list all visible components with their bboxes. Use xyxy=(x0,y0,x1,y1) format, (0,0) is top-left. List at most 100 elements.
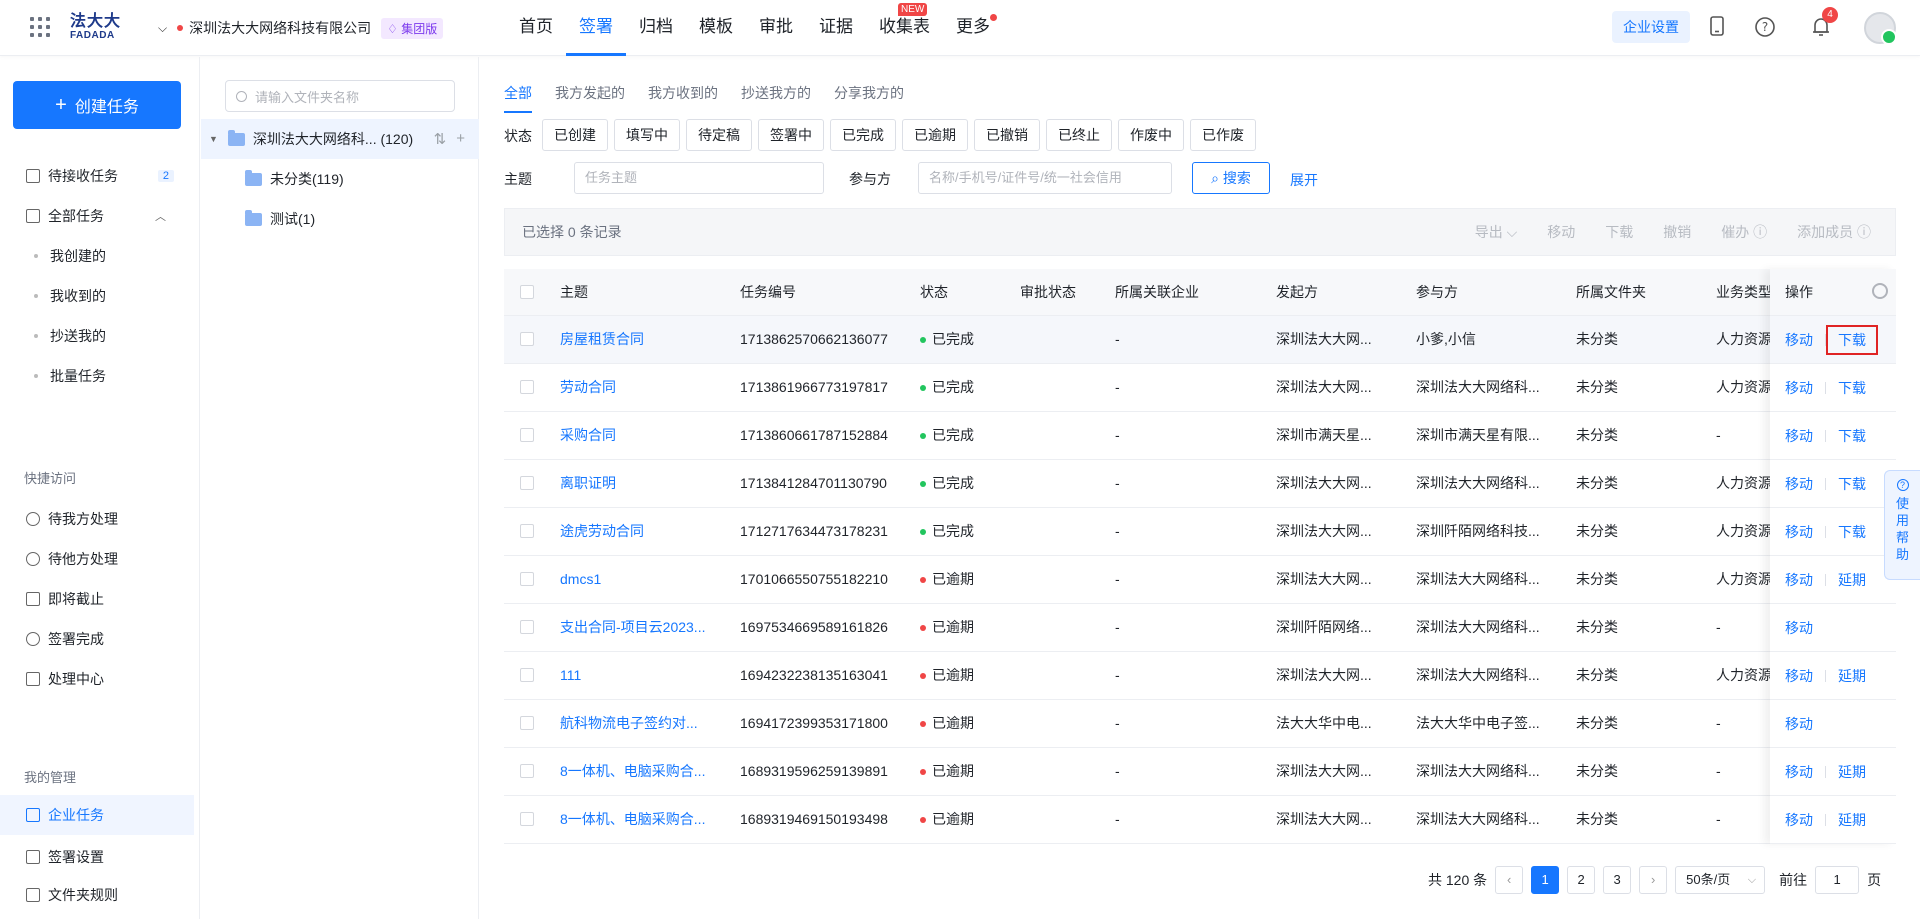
help-icon[interactable]: ? xyxy=(1754,16,1776,38)
page-1-button[interactable]: 1 xyxy=(1531,866,1560,894)
table-row[interactable]: 途虎劳动合同 1712717634473178231 已完成 - 深圳法大大网... 深圳… xyxy=(504,507,1896,556)
table-row[interactable]: 支出合同-项目云2023... 1697534669589161826 已逾期 - 深圳… xyxy=(504,603,1896,652)
chip-terminated[interactable]: 已终止 xyxy=(1046,119,1112,151)
avatar[interactable] xyxy=(1864,12,1897,45)
download-link[interactable]: 下载 xyxy=(1838,522,1866,542)
sidebar-item-processing-center[interactable]: 处理中心 xyxy=(0,659,194,699)
move-link[interactable]: 移动 xyxy=(1785,378,1813,398)
row-checkbox[interactable] xyxy=(504,795,544,844)
download-link[interactable]: 下载 xyxy=(1826,324,1878,355)
chip-revoked[interactable]: 已撤销 xyxy=(974,119,1040,151)
sidebar-item-cc-me[interactable]: 抄送我的 xyxy=(0,316,194,356)
download-link[interactable]: 下载 xyxy=(1838,474,1866,494)
sidebar-item-enterprise-tasks[interactable]: 企业任务 xyxy=(0,795,194,835)
extend-link[interactable]: 延期 xyxy=(1838,762,1866,782)
extend-link[interactable]: 延期 xyxy=(1838,666,1866,686)
sidebar-item-created-by-me[interactable]: 我创建的 xyxy=(0,236,194,276)
sidebar-item-folder-rules[interactable]: 文件夹规则 xyxy=(0,875,194,915)
chip-voiding[interactable]: 作废中 xyxy=(1118,119,1184,151)
subject-link[interactable]: 支出合同-项目云2023... xyxy=(544,603,724,652)
row-checkbox[interactable] xyxy=(504,699,544,748)
table-row[interactable]: 8一体机、电脑采购合... 1689319596259139891 已逾期 - 深圳法大… xyxy=(504,747,1896,796)
table-row[interactable]: dmcs1 1701066550755182210 已逾期 - 深圳法大大网... 深圳法… xyxy=(504,555,1896,604)
bulk-add-member-button[interactable]: 添加成员 ⓘ xyxy=(1797,222,1871,242)
org-switcher[interactable]: ⌵ 深圳法大大网络科技有限公司 ♢ 集团版 xyxy=(158,17,444,39)
select-all-checkbox[interactable] xyxy=(504,269,544,316)
subject-link[interactable]: 采购合同 xyxy=(544,411,724,460)
sidebar-item-pending-mine[interactable]: 待我方处理 xyxy=(0,499,194,539)
expand-filters-link[interactable]: 展开 xyxy=(1290,170,1318,190)
sidebar-item-pending-receive[interactable]: 待接收任务 2 xyxy=(0,156,194,196)
move-link[interactable]: 移动 xyxy=(1785,762,1813,782)
subject-link[interactable]: 8一体机、电脑采购合... xyxy=(544,795,724,844)
row-checkbox[interactable] xyxy=(504,507,544,556)
extend-link[interactable]: 延期 xyxy=(1838,570,1866,590)
nav-archive[interactable]: 归档 xyxy=(626,0,686,56)
table-row[interactable]: 离职证明 1713841284701130790 已完成 - 深圳法大大网... 深圳法大… xyxy=(504,459,1896,508)
tree-folder-uncategorized[interactable]: 未分类(119) xyxy=(201,159,479,199)
usage-help-float-button[interactable]: ? 使用帮助 xyxy=(1884,470,1920,580)
tab-shared[interactable]: 分享我方的 xyxy=(834,83,904,113)
table-row[interactable]: 111 1694232238135163041 已逾期 - 深圳法大大网... 深圳法大大… xyxy=(504,651,1896,700)
chip-pending-finalize[interactable]: 待定稿 xyxy=(686,119,752,151)
search-button[interactable]: ⌕ 搜索 xyxy=(1192,162,1270,194)
row-checkbox[interactable] xyxy=(504,603,544,652)
download-link[interactable]: 下载 xyxy=(1838,426,1866,446)
chip-signing[interactable]: 签署中 xyxy=(758,119,824,151)
row-checkbox[interactable] xyxy=(504,363,544,412)
enterprise-settings-button[interactable]: 企业设置 xyxy=(1612,11,1690,43)
subject-input[interactable]: 任务主题 xyxy=(574,162,824,194)
tree-folder-test[interactable]: 测试(1) xyxy=(201,199,479,239)
bulk-move-button[interactable]: 移动 xyxy=(1547,222,1575,242)
sidebar-item-received[interactable]: 我收到的 xyxy=(0,276,194,316)
sidebar-item-batch-tasks[interactable]: 批量任务 xyxy=(0,356,194,396)
sidebar-item-pending-others[interactable]: 待他方处理 xyxy=(0,539,194,579)
folder-search-input[interactable]: 请输入文件夹名称 xyxy=(225,80,455,112)
sidebar-item-due-soon[interactable]: 即将截止 xyxy=(0,579,194,619)
chip-voided[interactable]: 已作废 xyxy=(1190,119,1256,151)
move-link[interactable]: 移动 xyxy=(1785,330,1813,350)
next-page-button[interactable]: › xyxy=(1639,866,1668,894)
subject-link[interactable]: 8一体机、电脑采购合... xyxy=(544,747,724,796)
page-3-button[interactable]: 3 xyxy=(1603,866,1632,894)
sidebar-item-all-tasks[interactable]: 全部任务 ︿ xyxy=(0,196,194,236)
nav-sign[interactable]: 签署 xyxy=(566,0,626,56)
move-link[interactable]: 移动 xyxy=(1785,522,1813,542)
chip-created[interactable]: 已创建 xyxy=(542,119,608,151)
tab-all[interactable]: 全部 xyxy=(504,83,532,113)
chip-completed[interactable]: 已完成 xyxy=(830,119,896,151)
nav-collection-form[interactable]: 收集表 NEW xyxy=(866,0,943,56)
row-checkbox[interactable] xyxy=(504,459,544,508)
app-grid-icon[interactable] xyxy=(30,17,50,37)
export-button[interactable]: 导出 ⌵ xyxy=(1475,222,1518,242)
move-link[interactable]: 移动 xyxy=(1785,618,1813,638)
table-row[interactable]: 采购合同 1713860661787152884 已完成 - 深圳市满天星... 深圳市满… xyxy=(504,411,1896,460)
bulk-remind-button[interactable]: 催办 ⓘ xyxy=(1721,222,1767,242)
prev-page-button[interactable]: ‹ xyxy=(1495,866,1524,894)
table-row[interactable]: 航科物流电子签约对... 1694172399353171800 已逾期 - 法大大华中… xyxy=(504,699,1896,748)
mobile-icon[interactable] xyxy=(1708,16,1726,38)
page-size-select[interactable]: 50条/页 ⌵ xyxy=(1675,866,1766,894)
nav-evidence[interactable]: 证据 xyxy=(806,0,866,56)
move-link[interactable]: 移动 xyxy=(1785,714,1813,734)
page-2-button[interactable]: 2 xyxy=(1567,866,1596,894)
move-link[interactable]: 移动 xyxy=(1785,666,1813,686)
row-checkbox[interactable] xyxy=(504,651,544,700)
row-checkbox[interactable] xyxy=(504,315,544,364)
add-folder-icon[interactable]: + xyxy=(456,130,465,148)
move-link[interactable]: 移动 xyxy=(1785,570,1813,590)
sort-icon[interactable]: ⇅ xyxy=(434,130,447,148)
subject-link[interactable]: 111 xyxy=(544,651,724,700)
chip-filling[interactable]: 填写中 xyxy=(614,119,680,151)
column-settings-gear-icon[interactable] xyxy=(1872,283,1888,299)
table-row[interactable]: 8一体机、电脑采购合... 1689319469150193498 已逾期 - 深圳法大… xyxy=(504,795,1896,844)
nav-home[interactable]: 首页 xyxy=(506,0,566,56)
table-row[interactable]: 劳动合同 1713861966773197817 已完成 - 深圳法大大网... 深圳法大… xyxy=(504,363,1896,412)
participant-input[interactable]: 名称/手机号/证件号/统一社会信用 xyxy=(918,162,1172,194)
move-link[interactable]: 移动 xyxy=(1785,474,1813,494)
sidebar-item-signed[interactable]: 签署完成 xyxy=(0,619,194,659)
tab-initiated[interactable]: 我方发起的 xyxy=(555,83,625,113)
nav-more[interactable]: 更多 xyxy=(943,0,1003,56)
move-link[interactable]: 移动 xyxy=(1785,810,1813,830)
subject-link[interactable]: 航科物流电子签约对... xyxy=(544,699,724,748)
